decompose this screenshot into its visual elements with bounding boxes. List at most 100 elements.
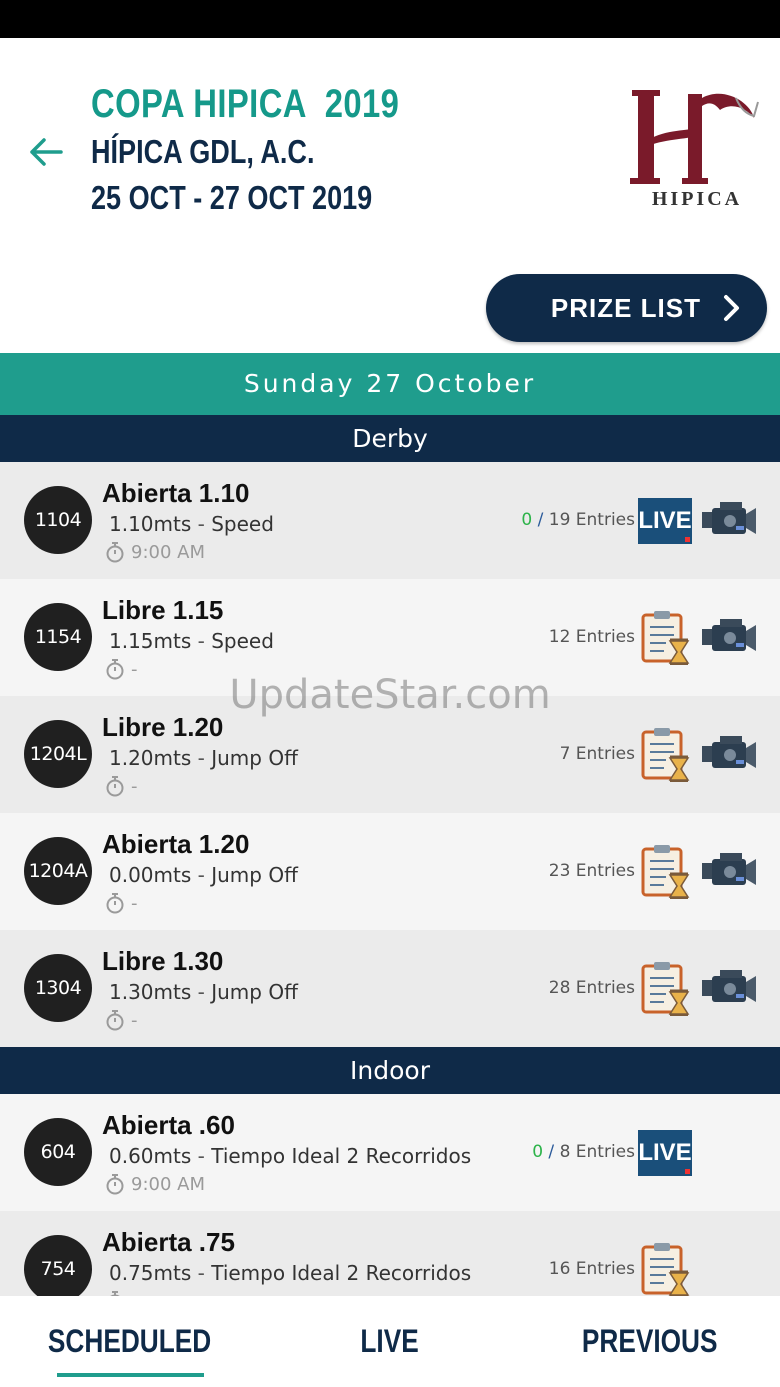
active-tab-indicator (57, 1373, 204, 1377)
prize-list-button[interactable]: PRIZE LIST (486, 274, 767, 342)
entries-count: 7 Entries (560, 744, 635, 764)
stopwatch-icon (106, 1010, 124, 1031)
class-type: Jump Off (211, 863, 298, 887)
status-bar (0, 0, 780, 38)
stopwatch-icon (106, 1174, 124, 1195)
class-name: Abierta .75 (102, 1227, 235, 1257)
video-camera-icon[interactable] (700, 500, 758, 540)
tab-previous-label: PREVIOUS (582, 1323, 718, 1359)
class-height: 0.75mts (109, 1261, 192, 1285)
prize-list-label: PRIZE LIST (550, 292, 701, 323)
class-name: Abierta .60 (102, 1110, 235, 1140)
class-height: 1.15mts (109, 629, 192, 653)
entries-count: 0 / 19 Entries (521, 510, 635, 530)
class-row[interactable]: 754 Abierta .75 0.75mts - Tiempo Ideal 2… (0, 1211, 780, 1296)
logo-text: HIPICA (651, 188, 743, 210)
entries-count: 16 Entries (549, 1259, 635, 1279)
class-type: Speed (211, 512, 274, 536)
tab-scheduled[interactable]: SCHEDULED (0, 1296, 260, 1387)
tab-live-label: LIVE (360, 1323, 420, 1359)
video-camera-icon[interactable] (700, 617, 758, 657)
entries-total: 23 Entries (548, 861, 635, 881)
class-name: Libre 1.30 (102, 946, 224, 976)
class-row[interactable]: 1104 Abierta 1.10 1.10mts - Speed 9:00 A… (0, 462, 780, 579)
entries-total: 28 Entries (548, 978, 635, 998)
order-of-go-pending-icon[interactable] (640, 726, 690, 782)
class-height: 1.30mts (109, 980, 192, 1004)
class-number-badge: 1304 (24, 954, 92, 1022)
class-number-badge: 1204A (24, 837, 92, 905)
live-results-button[interactable]: LIVE (638, 498, 692, 544)
class-description: 0.60mts - Tiempo Ideal 2 Recorridos (109, 1144, 472, 1168)
class-row[interactable]: 604 Abierta .60 0.60mts - Tiempo Ideal 2… (0, 1094, 780, 1211)
order-of-go-pending-icon[interactable] (640, 609, 690, 665)
class-time: 9:00 AM (105, 541, 205, 563)
class-description: 1.20mts - Jump Off (109, 746, 298, 770)
video-camera-icon[interactable] (700, 968, 758, 1008)
class-time: - (105, 892, 138, 914)
class-row[interactable]: 1204L Libre 1.20 1.20mts - Jump Off - 7 … (0, 696, 780, 813)
class-number-badge: 604 (24, 1118, 92, 1186)
class-schedule-list[interactable]: Sunday 27 October Derby 1104 Abierta 1.1… (0, 353, 780, 1296)
class-time: - (105, 658, 138, 680)
video-camera-icon[interactable] (700, 734, 758, 774)
video-camera-icon[interactable] (700, 851, 758, 891)
live-results-button[interactable]: LIVE (638, 1130, 692, 1176)
class-time-value: 9:00 AM (131, 541, 205, 563)
entries-completed: 0 (521, 510, 533, 530)
class-type: Tiempo Ideal 2 Recorridos (211, 1144, 472, 1168)
tab-previous[interactable]: PREVIOUS (520, 1296, 780, 1387)
class-row[interactable]: 1204A Abierta 1.20 0.00mts - Jump Off - … (0, 813, 780, 930)
class-type: Tiempo Ideal 2 Recorridos (211, 1261, 472, 1285)
class-time-value: - (131, 775, 138, 797)
class-number-badge: 1104 (24, 486, 92, 554)
class-time-value: - (131, 892, 138, 914)
back-button[interactable] (24, 130, 68, 174)
class-name: Libre 1.20 (102, 712, 224, 742)
order-of-go-pending-icon[interactable] (640, 843, 690, 899)
class-height: 1.10mts (109, 512, 192, 536)
entries-completed: 0 (532, 1142, 544, 1162)
class-number-badge: 1154 (24, 603, 92, 671)
class-type: Jump Off (211, 980, 298, 1004)
entries-count: 28 Entries (549, 978, 635, 998)
stopwatch-icon (106, 659, 124, 680)
class-description: 0.75mts - Tiempo Ideal 2 Recorridos (109, 1261, 472, 1285)
class-row[interactable]: 1304 Libre 1.30 1.30mts - Jump Off - 28 … (0, 930, 780, 1047)
entries-total: 8 Entries (559, 1142, 635, 1162)
order-of-go-pending-icon[interactable] (640, 960, 690, 1016)
class-time: - (105, 775, 138, 797)
entries-count: 0 / 8 Entries (532, 1142, 635, 1162)
entries-count: 12 Entries (549, 627, 635, 647)
event-header: COPA HIPICA 2019 HÍPICA GDL, A.C. 25 OCT… (0, 38, 780, 353)
section-header-indoor: Indoor (0, 1047, 780, 1094)
class-description: 1.10mts - Speed (109, 512, 274, 536)
class-row[interactable]: 1154 Libre 1.15 1.15mts - Speed - 12 Ent… (0, 579, 780, 696)
class-type: Speed (211, 629, 274, 653)
tab-scheduled-label: SCHEDULED (48, 1323, 212, 1359)
class-description: 1.30mts - Jump Off (109, 980, 298, 1004)
class-time-value: - (131, 658, 138, 680)
stopwatch-icon (106, 776, 124, 797)
class-description: 0.00mts - Jump Off (109, 863, 298, 887)
tab-live[interactable]: LIVE (260, 1296, 520, 1387)
class-time: - (105, 1009, 138, 1031)
class-height: 0.00mts (109, 863, 192, 887)
class-height: 0.60mts (109, 1144, 192, 1168)
class-time: 9:00 AM (105, 1173, 205, 1195)
event-title: COPA HIPICA 2019 (91, 82, 400, 126)
date-header: Sunday 27 October (0, 353, 780, 415)
class-time-value: - (131, 1009, 138, 1031)
entries-count: 23 Entries (549, 861, 635, 881)
class-height: 1.20mts (109, 746, 192, 770)
stopwatch-icon (106, 542, 124, 563)
section-header-derby: Derby (0, 415, 780, 462)
organizer-name: HÍPICA GDL, A.C. (91, 133, 315, 170)
class-name: Libre 1.15 (102, 595, 224, 625)
class-description: 1.15mts - Speed (109, 629, 274, 653)
class-name: Abierta 1.10 (102, 478, 250, 508)
entries-total: 12 Entries (548, 627, 635, 647)
class-time-value: 9:00 AM (131, 1173, 205, 1195)
order-of-go-pending-icon[interactable] (640, 1241, 690, 1296)
back-arrow-icon (30, 138, 63, 166)
